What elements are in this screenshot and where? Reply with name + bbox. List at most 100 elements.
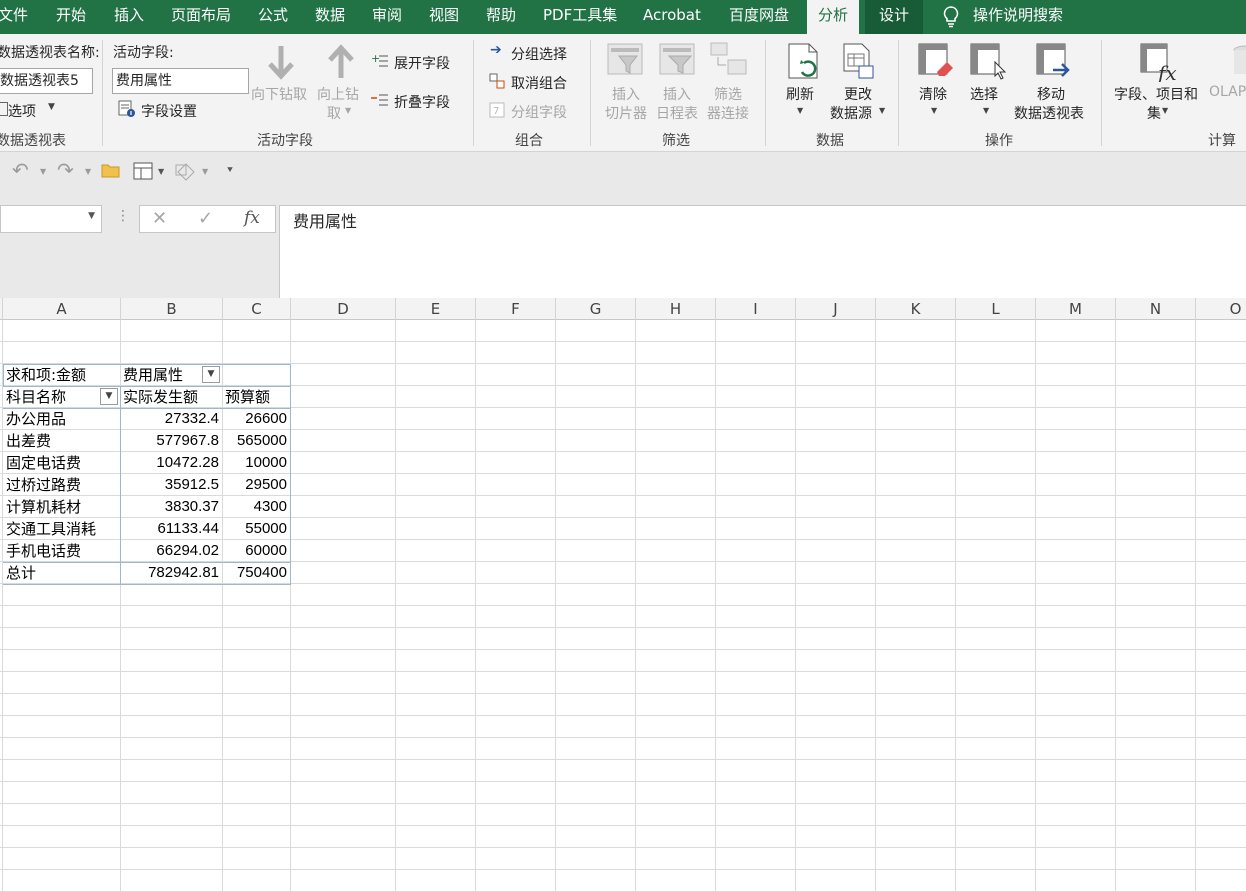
tab-pdf-tools[interactable]: PDF工具集 <box>543 0 617 34</box>
move-pivot-button[interactable]: 移动 <box>1018 84 1084 104</box>
column-header-h[interactable]: H <box>636 298 716 320</box>
pivot-value-cell[interactable]: 10472.28 <box>121 452 222 474</box>
pivot-grand-total-cell[interactable]: 782942.81 <box>121 562 222 584</box>
fields-items-sets-dropdown-icon[interactable]: ▼ <box>1162 106 1168 115</box>
column-header-c[interactable]: C <box>223 298 291 320</box>
column-header-i[interactable]: I <box>716 298 796 320</box>
column-header-n[interactable]: N <box>1116 298 1196 320</box>
column-filter-dropdown-icon[interactable]: ▼ <box>202 366 220 383</box>
redo-icon[interactable]: ↷ <box>57 158 74 182</box>
insert-timeline-button[interactable]: 插入 <box>654 84 700 104</box>
pivot-value-cell[interactable]: 60000 <box>223 540 290 562</box>
options-button[interactable]: 选项 <box>8 101 36 121</box>
shapes-dropdown-icon[interactable]: ▼ <box>202 167 208 176</box>
worksheet-grid[interactable]: 求和项:金额 费用属性 ▼ 科目名称 ▼ 实际发生额 预算额 办公用品 2733… <box>0 320 1246 892</box>
pivot-value-cell[interactable]: 29500 <box>223 474 290 496</box>
undo-icon[interactable]: ↶ <box>12 158 29 182</box>
column-header-b[interactable]: B <box>121 298 223 320</box>
expand-field-button[interactable]: 展开字段 <box>394 53 450 73</box>
tab-file[interactable]: 文件 <box>0 0 28 34</box>
group-field-button[interactable]: 分组字段 <box>511 102 567 122</box>
pivot-row-item[interactable]: 计算机耗材 <box>6 496 120 518</box>
pivot-value-cell[interactable]: 26600 <box>223 408 290 430</box>
tab-design[interactable]: 设计 <box>865 0 924 34</box>
pivot-value-cell[interactable]: 565000 <box>223 430 290 452</box>
pivot-value-cell[interactable]: 10000 <box>223 452 290 474</box>
pivot-row-item[interactable]: 过桥过路费 <box>6 474 120 496</box>
tab-baidu-netdisk[interactable]: 百度网盘 <box>729 0 789 34</box>
row-filter-dropdown-icon[interactable]: ▼ <box>100 388 118 405</box>
pivot-row-field-label[interactable]: 科目名称 <box>6 386 98 408</box>
filter-connections-button[interactable]: 筛选 <box>705 84 751 104</box>
refresh-button[interactable]: 刷新 <box>786 84 814 104</box>
column-header-e[interactable]: E <box>396 298 476 320</box>
pivot-value-cell[interactable]: 61133.44 <box>121 518 222 540</box>
drill-down-button[interactable]: 向下钻取 <box>251 84 307 104</box>
pivot-row-item[interactable]: 办公用品 <box>6 408 120 430</box>
pivot-column-item[interactable]: 预算额 <box>225 386 290 408</box>
column-header-m[interactable]: M <box>1036 298 1116 320</box>
shapes-icon[interactable] <box>174 161 196 185</box>
column-header-a[interactable]: A <box>3 298 121 320</box>
pivot-column-field-label[interactable]: 费用属性 <box>123 364 201 386</box>
pivot-value-cell[interactable]: 27332.4 <box>121 408 222 430</box>
pivot-value-cell[interactable]: 4300 <box>223 496 290 518</box>
pivot-row-item[interactable]: 交通工具消耗 <box>6 518 120 540</box>
tab-home[interactable]: 开始 <box>56 0 86 34</box>
tab-help[interactable]: 帮助 <box>486 0 516 34</box>
fields-items-sets-button[interactable]: 字段、项目和 <box>1114 84 1198 104</box>
pivot-row-item[interactable]: 手机电话费 <box>6 540 120 562</box>
tab-page-layout[interactable]: 页面布局 <box>171 0 231 34</box>
column-header-l[interactable]: L <box>956 298 1036 320</box>
column-header-g[interactable]: G <box>556 298 636 320</box>
insert-slicer-button[interactable]: 插入 <box>603 84 649 104</box>
layout-icon[interactable] <box>133 162 153 184</box>
insert-function-icon[interactable]: fx <box>244 208 260 228</box>
tab-view[interactable]: 视图 <box>429 0 459 34</box>
pivot-value-cell[interactable]: 66294.02 <box>121 540 222 562</box>
name-box[interactable]: ▼ <box>0 205 102 233</box>
group-selection-button[interactable]: 分组选择 <box>511 44 567 64</box>
refresh-dropdown-icon[interactable]: ▼ <box>797 106 803 115</box>
open-folder-icon[interactable] <box>101 162 121 182</box>
pivot-name-input[interactable]: 数据透视表5 <box>0 68 93 94</box>
ungroup-button[interactable]: 取消组合 <box>511 73 567 93</box>
active-field-input[interactable]: 费用属性 <box>112 68 249 94</box>
pivot-grand-total-label[interactable]: 总计 <box>6 562 120 584</box>
pivot-row-item[interactable]: 出差费 <box>6 430 120 452</box>
clear-dropdown-icon[interactable]: ▼ <box>931 106 937 115</box>
tab-review[interactable]: 审阅 <box>372 0 402 34</box>
pivot-value-cell[interactable]: 55000 <box>223 518 290 540</box>
tab-analyze[interactable]: 分析 <box>807 0 860 34</box>
enter-icon[interactable]: ✓ <box>198 208 213 229</box>
change-data-source-dropdown-icon[interactable]: ▼ <box>879 106 885 115</box>
pivot-grand-total-cell[interactable]: 750400 <box>223 562 290 584</box>
formula-bar-grip-icon[interactable]: ⋮ <box>116 208 130 224</box>
select-dropdown-icon[interactable]: ▼ <box>983 106 989 115</box>
field-settings-button[interactable]: 字段设置 <box>141 101 197 121</box>
tab-acrobat[interactable]: Acrobat <box>643 0 701 34</box>
pivot-row-item[interactable]: 固定电话费 <box>6 452 120 474</box>
name-box-dropdown-icon[interactable]: ▼ <box>88 211 95 221</box>
tab-data[interactable]: 数据 <box>315 0 345 34</box>
column-header-f[interactable]: F <box>476 298 556 320</box>
layout-dropdown-icon[interactable]: ▼ <box>158 167 164 176</box>
pivot-value-field-label[interactable]: 求和项:金额 <box>6 364 120 386</box>
clear-button[interactable]: 清除 <box>919 84 947 104</box>
pivot-value-cell[interactable]: 35912.5 <box>121 474 222 496</box>
column-header-k[interactable]: K <box>876 298 956 320</box>
customize-qat-icon[interactable]: ⯆ <box>226 165 234 176</box>
cancel-icon[interactable]: ✕ <box>152 208 167 229</box>
pivot-value-cell[interactable]: 577967.8 <box>121 430 222 452</box>
column-header-j[interactable]: J <box>796 298 876 320</box>
tab-formulas[interactable]: 公式 <box>258 0 288 34</box>
column-header-o[interactable]: O <box>1196 298 1246 320</box>
drill-up-button[interactable]: 向上钻 <box>317 84 359 104</box>
tell-me-search[interactable]: 操作说明搜索 <box>973 0 1063 34</box>
undo-dropdown-icon[interactable]: ▼ <box>40 167 46 176</box>
redo-dropdown-icon[interactable]: ▼ <box>85 167 91 176</box>
change-data-source-button[interactable]: 更改 <box>830 84 886 104</box>
tab-insert[interactable]: 插入 <box>114 0 144 34</box>
collapse-field-button[interactable]: 折叠字段 <box>394 92 450 112</box>
pivot-column-item[interactable]: 实际发生额 <box>123 386 222 408</box>
